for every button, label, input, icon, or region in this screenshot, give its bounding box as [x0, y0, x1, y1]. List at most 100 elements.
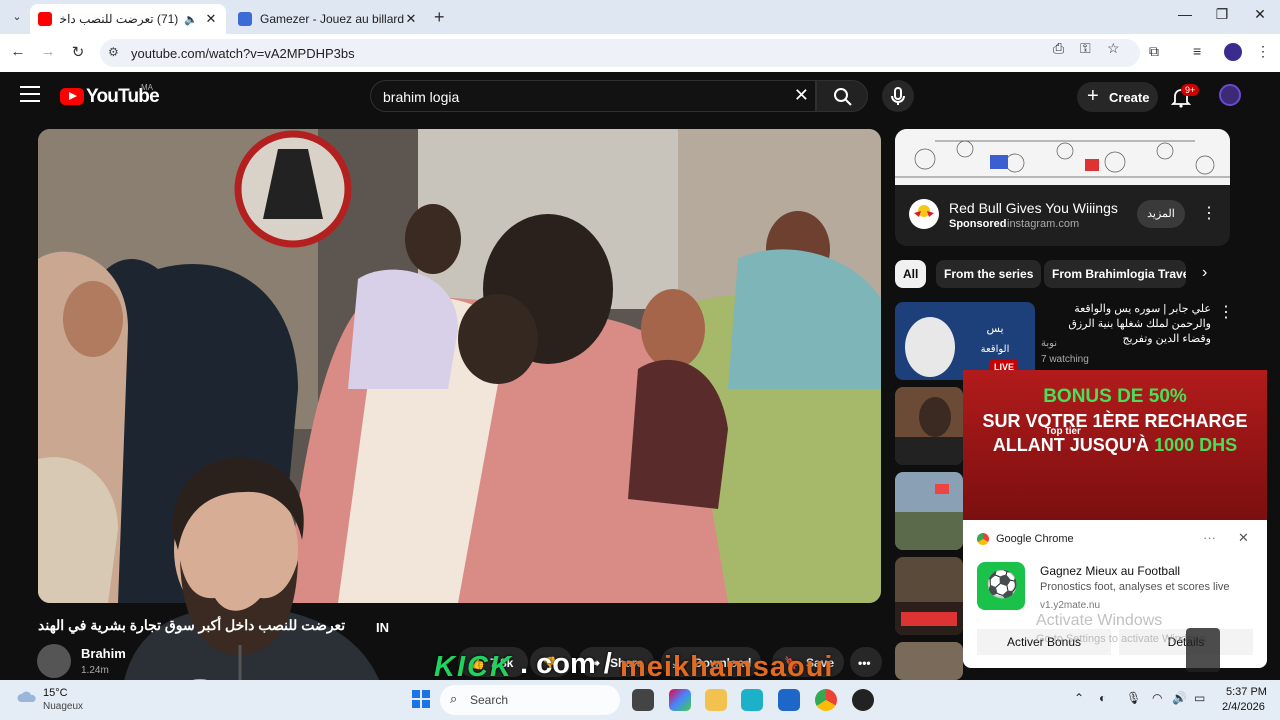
- taskbar-search-placeholder: Search: [470, 693, 509, 707]
- country-code: MA: [141, 83, 153, 92]
- sponsored-ad-card[interactable]: Red Bull Gives You Wiiings Sponsored ins…: [895, 129, 1230, 246]
- file-explorer-icon[interactable]: [705, 689, 727, 711]
- channel-name[interactable]: Brahim: [81, 646, 126, 661]
- address-bar[interactable]: ⚙ youtube.com/watch?v=vA2MPDHP3bs: [100, 39, 1140, 67]
- windows-taskbar: 15°C Nuageux ⌕ Search ⌃ ◐ 🎙 ◠ 🔊 ▭ 5:37 P…: [0, 680, 1280, 720]
- weather-description: Nuageux: [43, 701, 84, 712]
- tab-close-icon[interactable]: ✕: [404, 11, 418, 27]
- copilot-icon[interactable]: [669, 689, 691, 711]
- search-button[interactable]: [816, 80, 868, 112]
- new-tab-icon[interactable]: +: [434, 7, 445, 28]
- browser-toolbar: ← → ↻ ⚙ youtube.com/watch?v=vA2MPDHP3bs …: [0, 34, 1280, 72]
- minimize-icon[interactable]: —: [1170, 6, 1200, 22]
- recommendation-channel: نوبة: [1041, 338, 1058, 349]
- chip-from-brahimlogia-travels[interactable]: From Brahimlogia Travels: [1044, 260, 1186, 288]
- bonus-headline: BONUS DE 50%: [1043, 386, 1187, 407]
- channel-subscribers: 1.24m: [81, 665, 109, 676]
- clock-date[interactable]: 2/4/2026: [1222, 701, 1265, 713]
- activate-windows-hint: Go to Settings to activate Windows.: [1036, 633, 1210, 645]
- tab-close-icon[interactable]: ✕: [204, 11, 218, 27]
- ad-title[interactable]: Red Bull Gives You Wiiings: [949, 200, 1118, 216]
- sponsored-label: Sponsored: [949, 218, 1007, 230]
- speaker-icon[interactable]: 🔈: [184, 13, 198, 26]
- chrome-taskbar-icon[interactable]: [815, 689, 837, 711]
- window-close-icon[interactable]: ✕: [1245, 6, 1275, 23]
- clock-time[interactable]: 5:37 PM: [1226, 686, 1267, 698]
- security-icon[interactable]: ◐: [1099, 691, 1106, 705]
- restore-icon[interactable]: ❐: [1207, 6, 1237, 23]
- tab-gamezer[interactable]: Gamezer - Jouez au billard, aux ✕: [230, 4, 426, 34]
- wifi-icon[interactable]: ◠: [1152, 691, 1162, 705]
- account-avatar[interactable]: [1219, 84, 1241, 106]
- task-view-icon[interactable]: [632, 689, 654, 711]
- casino-bonus-ad[interactable]: BONUS DE 50% SUR VOTRE 1ÈRE RECHARGE ALL…: [963, 370, 1267, 520]
- search-icon: ⌕: [450, 691, 458, 706]
- chip-all[interactable]: All: [895, 260, 927, 288]
- notification-body: Pronostics foot, analyses et scores live: [1040, 581, 1230, 593]
- svg-text:الواقعة: الواقعة: [981, 344, 1010, 355]
- install-icon[interactable]: ⎙: [1053, 40, 1064, 57]
- cloud-weather-icon[interactable]: [16, 688, 38, 704]
- youtube-logo-icon[interactable]: [60, 88, 84, 105]
- chrome-icon: [977, 533, 989, 545]
- tab-search-icon[interactable]: ⌄: [8, 8, 26, 26]
- browser-menu-icon[interactable]: ⋮: [1256, 43, 1270, 60]
- plus-icon: +: [1087, 85, 1099, 107]
- search-input[interactable]: brahim logia ✕: [370, 80, 816, 112]
- reload-icon[interactable]: ↻: [68, 43, 88, 61]
- password-key-icon[interactable]: ⚿: [1080, 40, 1091, 57]
- more-actions-button[interactable]: •••: [850, 647, 882, 677]
- microphone-tray-icon[interactable]: 🎙: [1126, 691, 1141, 705]
- extensions-icon[interactable]: ⧉: [1149, 43, 1159, 60]
- bookmark-star-icon[interactable]: ☆: [1107, 40, 1120, 57]
- store-icon[interactable]: [778, 689, 800, 711]
- create-label: Create: [1109, 90, 1150, 105]
- recommendation-thumbnail[interactable]: [895, 387, 963, 465]
- bonus-line-3: ALLANT JUSQU'À 1000 DHS: [963, 435, 1267, 456]
- recommendation-title[interactable]: علي جابر | سوره يس والواقعة والرحمن لملك…: [1041, 302, 1211, 347]
- notification-options-icon[interactable]: ···: [1203, 530, 1216, 545]
- chrome-notification[interactable]: Google Chrome ··· ✕ Gagnez Mieux au Foot…: [963, 520, 1267, 668]
- streamer-webcam-image: [120, 457, 390, 720]
- voice-search-button[interactable]: [882, 80, 914, 112]
- recommendation-meta: 7 watching: [1041, 354, 1089, 365]
- ad-more-button[interactable]: المزيد: [1137, 200, 1185, 228]
- show-hidden-icons-icon[interactable]: ⌃: [1074, 691, 1084, 705]
- recommendation-thumbnail[interactable]: [895, 642, 963, 680]
- notification-close-icon[interactable]: ✕: [1238, 530, 1249, 546]
- channel-avatar[interactable]: [37, 644, 71, 678]
- taskbar-search[interactable]: ⌕ Search: [440, 685, 620, 715]
- hamburger-menu-icon[interactable]: [20, 86, 40, 107]
- chip-from-the-series[interactable]: From the series: [936, 260, 1042, 288]
- search-icon: [834, 88, 852, 106]
- browser-profile-avatar[interactable]: [1224, 43, 1242, 61]
- app-taskbar-icon[interactable]: [852, 689, 874, 711]
- tab-title: (71) تعرضت للنصب داخل أكـ: [60, 12, 179, 26]
- search-query[interactable]: brahim logia: [383, 89, 459, 105]
- windows-start-icon[interactable]: [412, 690, 430, 708]
- url-text[interactable]: youtube.com/watch?v=vA2MPDHP3bs: [131, 46, 355, 61]
- media-controls-icon[interactable]: ≡: [1193, 43, 1201, 59]
- volume-icon[interactable]: 🔊: [1172, 691, 1187, 705]
- battery-icon[interactable]: ▭: [1194, 691, 1205, 705]
- recommendation-menu-icon[interactable]: ⋮: [1218, 302, 1234, 322]
- video-title: تعرضت للنصب داخل أكبر سوق تجارة بشرية في…: [38, 617, 346, 633]
- recommendation-thumbnail[interactable]: [895, 472, 963, 550]
- recommendation-thumbnail[interactable]: [895, 557, 963, 635]
- tab-youtube[interactable]: (71) تعرضت للنصب داخل أكـ 🔈 ✕: [30, 4, 226, 34]
- edge-icon[interactable]: [741, 689, 763, 711]
- weather-temperature[interactable]: 15°C: [43, 687, 68, 699]
- more-horizontal-icon: •••: [858, 656, 871, 670]
- ad-menu-icon[interactable]: ⋮: [1201, 203, 1217, 223]
- back-icon[interactable]: ←: [8, 43, 28, 60]
- site-info-icon[interactable]: ⚙: [108, 45, 119, 59]
- notification-app-name: Google Chrome: [996, 533, 1074, 545]
- youtube-favicon-icon: [38, 12, 52, 26]
- kick-domain-separator: . com /: [520, 648, 612, 680]
- forward-icon[interactable]: →: [38, 43, 58, 60]
- create-button[interactable]: + Create: [1077, 82, 1158, 112]
- clear-search-icon[interactable]: ✕: [794, 85, 809, 106]
- chevron-right-icon[interactable]: ›: [1202, 264, 1207, 282]
- redbull-logo-icon: [909, 199, 939, 229]
- video-title-suffix: IN: [376, 620, 389, 635]
